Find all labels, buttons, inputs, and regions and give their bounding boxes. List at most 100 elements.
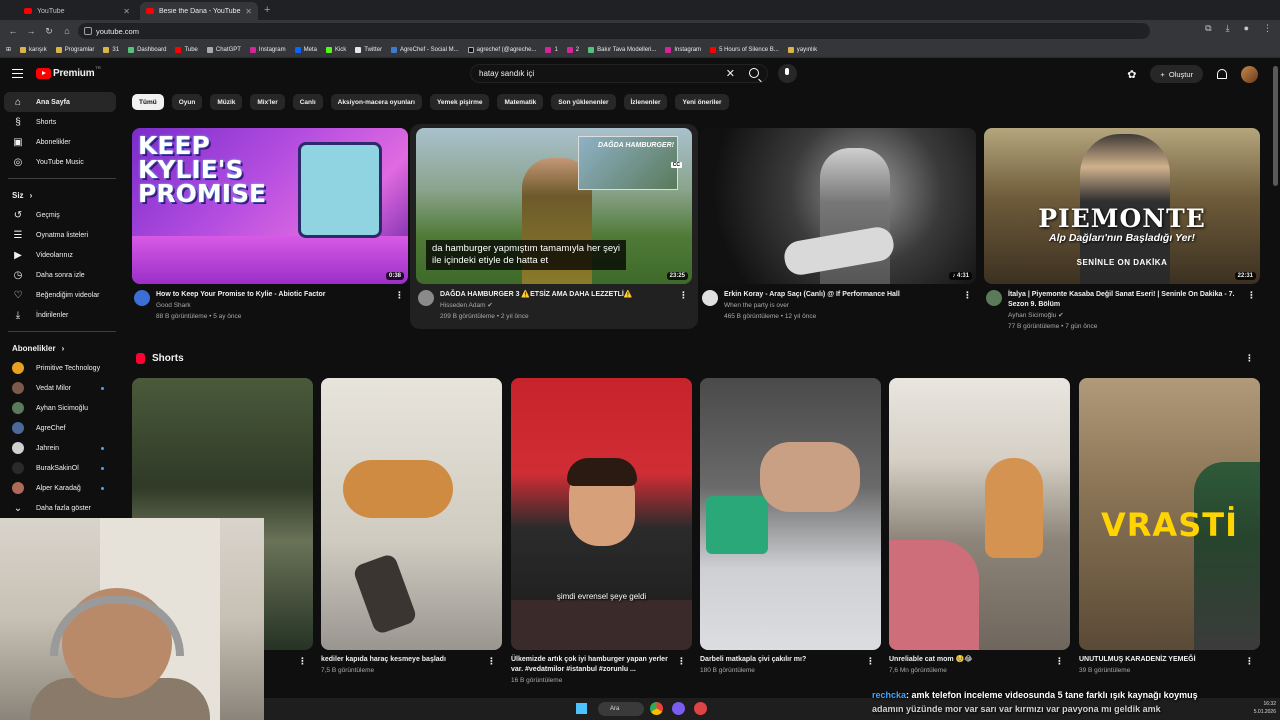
more-options-icon[interactable]: ⋮ (1055, 656, 1064, 667)
sidebar-subscription-item[interactable]: Primitive Technology (4, 358, 116, 378)
back-icon[interactable]: ← (4, 26, 22, 36)
sidebar-item-subscriptions[interactable]: ▣ Abonelikler (4, 132, 116, 152)
download-browser-icon[interactable]: ⤓ (1226, 23, 1230, 34)
more-options-icon[interactable]: ⋮ (1245, 353, 1254, 364)
bookmark[interactable]: Tube (175, 46, 198, 53)
bookmark[interactable]: ChatGPT (206, 46, 241, 53)
search-input[interactable]: hatay sandık içi ✕ (470, 64, 768, 83)
video-title[interactable]: İtalya | Piyemonte Kasaba Değil Sanat Es… (1008, 290, 1242, 310)
sidebar-item-watch-later[interactable]: ◷ Daha sonra izle (4, 265, 116, 285)
sidebar-item-playlists[interactable]: ☰ Oynatma listeleri (4, 225, 116, 245)
short-thumbnail[interactable]: VRASTİ (1079, 378, 1260, 650)
channel-name[interactable]: Hisseden Adam ✔ (440, 300, 674, 311)
video-title[interactable]: Erkin Koray - Arap Saçı (Canlı) @ If Per… (724, 290, 958, 300)
page-scrollbar[interactable] (1273, 66, 1278, 186)
gear-icon[interactable]: ✿ (1127, 68, 1136, 81)
more-options-icon[interactable]: ⋮ (395, 290, 404, 301)
sidebar-subscription-item[interactable]: Vedat Milor (4, 378, 116, 398)
sidebar-subscription-item[interactable]: Jahrein (4, 438, 116, 458)
more-options-icon[interactable]: ⋮ (866, 656, 875, 667)
short-title[interactable]: Darbeli matkapla çivi çakılır mı? (700, 655, 881, 665)
more-options-icon[interactable]: ⋮ (1247, 290, 1256, 301)
taskbar-search[interactable]: Ara (598, 702, 644, 716)
profile-icon[interactable]: ● (1244, 23, 1249, 34)
bookmark[interactable]: yayınlık (787, 46, 817, 53)
bookmark[interactable]: Instagram (665, 46, 701, 53)
tab-close-icon[interactable]: ✕ (245, 7, 252, 16)
bookmark[interactable]: AgreChef - Social M... (390, 46, 459, 53)
sidebar-item-liked[interactable]: ♡ Beğendiğim videolar (4, 285, 116, 305)
windows-start-icon[interactable] (576, 703, 587, 714)
short-card[interactable]: kediler kapıda haraç kesmeye başladı 7,5… (321, 378, 502, 674)
channel-avatar[interactable] (418, 290, 434, 306)
sidebar-subscription-item[interactable]: AgreChef (4, 418, 116, 438)
channel-name[interactable]: When the party is over (724, 300, 958, 311)
sidebar-subscription-item[interactable]: BurakSakinOl (4, 458, 116, 478)
sidebar-item-downloads[interactable]: ⤓ İndirilenler (4, 305, 116, 325)
video-title[interactable]: How to Keep Your Promise to Kylie - Abio… (156, 290, 390, 300)
video-thumbnail[interactable]: KEEP KYLIE'S PROMISE 0:38 (132, 128, 408, 284)
more-options-icon[interactable]: ⋮ (298, 656, 307, 667)
more-options-icon[interactable]: ⋮ (963, 290, 972, 301)
menu-icon[interactable] (12, 69, 23, 78)
filter-chip[interactable]: Müzik (210, 94, 243, 110)
extensions-icon[interactable]: ⧉ (1205, 23, 1211, 34)
forward-icon[interactable]: → (22, 26, 40, 36)
browser-menu-icon[interactable]: ⋮ (1263, 23, 1272, 34)
sidebar-item-home[interactable]: ⌂ Ana Sayfa (4, 92, 116, 112)
video-thumbnail[interactable]: DAĞDA HAMBURGER! CC da hamburger yapmışt… (416, 128, 692, 284)
video-thumbnail[interactable]: PIEMONTE Alp Dağları'nın Başladığı Yer! … (984, 128, 1260, 284)
filter-chip[interactable]: Son yüklenenler (551, 94, 616, 110)
short-card[interactable]: VRASTİ UNUTULMUŞ KARADENİZ YEMEĞİ 39 B g… (1079, 378, 1260, 674)
more-options-icon[interactable]: ⋮ (677, 656, 686, 667)
more-options-icon[interactable]: ⋮ (679, 290, 688, 301)
notifications-icon[interactable] (1217, 69, 1227, 79)
reload-icon[interactable]: ↻ (40, 26, 58, 37)
video-card[interactable]: DAĞDA HAMBURGER! CC da hamburger yapmışt… (416, 128, 692, 322)
filter-chip[interactable]: Yeni öneriler (675, 94, 729, 110)
clear-search-icon[interactable]: ✕ (726, 67, 735, 80)
short-title[interactable]: Ülkemizde artık çok iyi hamburger yapan … (511, 655, 692, 675)
sidebar-you-header[interactable]: Siz › (4, 185, 116, 205)
filter-chip[interactable]: Oyun (171, 94, 203, 110)
browser-tab-active[interactable]: Besie the Dana - YouTube ✕ (140, 2, 258, 20)
bookmark[interactable]: Twitter (355, 46, 382, 53)
video-title[interactable]: DAĞDA HAMBURGER 3 ⚠️ETSİZ AMA DAHA LEZZE… (440, 290, 674, 300)
sidebar-subscription-item[interactable]: Alper Karadağ (4, 478, 116, 498)
more-options-icon[interactable]: ⋮ (1245, 656, 1254, 667)
channel-name[interactable]: Good Shark (156, 300, 390, 311)
filter-chip[interactable]: İzlenenler (623, 94, 668, 110)
bookmark[interactable]: agrechef (@agreche... (467, 46, 536, 53)
short-thumbnail[interactable] (321, 378, 502, 650)
tab-close-icon[interactable]: ✕ (123, 7, 130, 16)
search-icon[interactable] (749, 68, 759, 78)
short-card[interactable]: Darbeli matkapla çivi çakılır mı? 180 B … (700, 378, 881, 674)
sidebar-item-music[interactable]: ◎ YouTube Music (4, 152, 116, 172)
bookmark[interactable]: Instagram (249, 46, 286, 53)
avatar[interactable] (1241, 65, 1258, 83)
bookmark[interactable]: Programlar (55, 46, 94, 53)
browser-tab[interactable]: YouTube ✕ (18, 2, 136, 20)
apps-icon[interactable]: ⊞ (6, 46, 11, 53)
more-options-icon[interactable]: ⋮ (487, 656, 496, 667)
voice-search-icon[interactable] (778, 64, 797, 83)
short-title[interactable]: UNUTULMUŞ KARADENİZ YEMEĞİ (1079, 655, 1260, 665)
bookmark[interactable]: 5 Hours of Silence B... (710, 46, 779, 53)
address-bar[interactable]: youtube.com (78, 23, 1150, 39)
bookmark[interactable]: Meta (294, 46, 317, 53)
channel-name[interactable]: Ayhan Sicimoğlu ✔ (1008, 310, 1242, 321)
short-thumbnail[interactable]: şimdi evrensel şeye geldi (511, 378, 692, 650)
channel-avatar[interactable] (702, 290, 718, 306)
bookmark[interactable]: Bakır Tava Modelleri... (588, 46, 656, 53)
short-title[interactable]: kediler kapıda haraç kesmeye başladı (321, 655, 502, 665)
channel-avatar[interactable] (134, 290, 150, 306)
short-card[interactable]: şimdi evrensel şeye geldi Ülkemizde artı… (511, 378, 692, 684)
sidebar-show-more[interactable]: ⌄ Daha fazla göster (4, 498, 116, 518)
bookmark[interactable]: Dashboard (128, 46, 166, 53)
filter-chip[interactable]: Matematik (497, 94, 544, 110)
sidebar-subscription-item[interactable]: Ayhan Sicimoğlu (4, 398, 116, 418)
video-card[interactable]: ♪ 4:31 Erkin Koray - Arap Saçı (Canlı) @… (700, 128, 976, 322)
short-title[interactable]: Unreliable cat mom 🥹😂 (889, 655, 1070, 665)
create-button[interactable]: + Oluştur (1150, 65, 1203, 83)
filter-chip[interactable]: Tümü (132, 94, 164, 110)
